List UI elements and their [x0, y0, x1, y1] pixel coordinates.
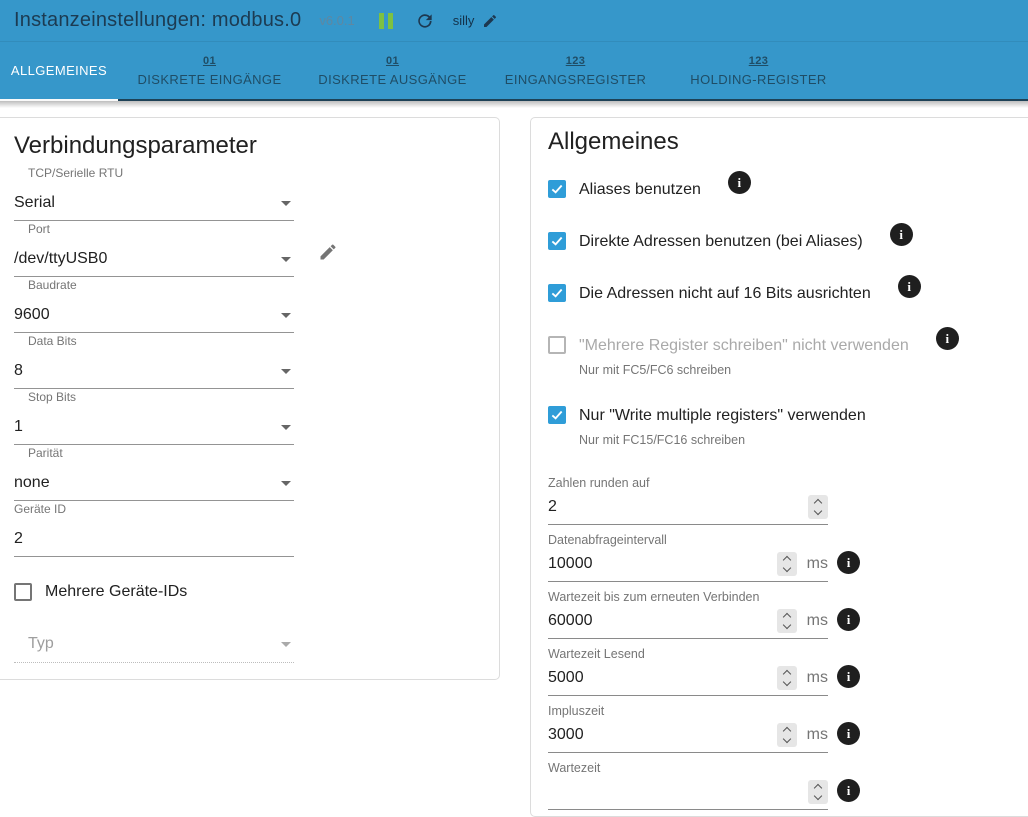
round-numbers-input[interactable]: 2	[548, 495, 828, 525]
field-port: Port /dev/ttyUSB0	[14, 222, 336, 277]
field-baudrate: Baudrate 9600	[14, 278, 294, 333]
port-select[interactable]: /dev/ttyUSB0	[14, 244, 336, 277]
number-stepper[interactable]	[776, 723, 797, 747]
multiple-device-ids-checkbox-row[interactable]: Mehrere Geräte-IDs	[14, 583, 499, 601]
pulse-time-input[interactable]: 3000 ms	[548, 723, 828, 753]
chevron-down-icon	[281, 641, 291, 647]
info-icon[interactable]: i	[889, 223, 913, 246]
poll-interval-row: Datenabfrageintervall 10000 ms i	[548, 533, 1028, 582]
info-icon[interactable]: i	[837, 607, 860, 631]
protocol-select[interactable]: Serial	[14, 192, 294, 221]
poll-interval-input[interactable]: 10000 ms	[548, 552, 828, 582]
use-aliases-checkbox[interactable]	[548, 180, 566, 198]
pause-icon[interactable]	[378, 12, 393, 29]
tabbar-shadow	[0, 101, 1028, 108]
type-select-disabled: Typ	[14, 635, 294, 663]
chevron-down-icon	[281, 368, 291, 374]
chevron-down-icon	[281, 424, 291, 430]
log-level-label: silly	[452, 13, 475, 28]
tab-allgemeines[interactable]: ALLGEMEINES	[0, 42, 118, 101]
tab-diskrete-eingaenge[interactable]: 01 DISKRETE EINGÄNGE	[118, 42, 301, 99]
reconnect-time-input[interactable]: 60000 ms	[548, 609, 828, 639]
page-title: Instanzeinstellungen: modbus.0	[14, 9, 302, 31]
only-write-multiple-checkbox[interactable]	[548, 406, 566, 424]
refresh-icon[interactable]	[415, 11, 435, 31]
field-protocol: TCP/Serielle RTU Serial	[14, 166, 294, 221]
field-databits: Data Bits 8	[14, 334, 294, 389]
number-stepper[interactable]	[808, 495, 828, 519]
round-numbers-row: Zahlen runden auf 2	[548, 476, 1028, 525]
tab-diskrete-ausgaenge[interactable]: 01 DISKRETE AUSGÄNGE	[301, 42, 484, 99]
connection-card: Verbindungsparameter TCP/Serielle RTU Se…	[0, 117, 500, 680]
tab-bar: ALLGEMEINES 01 DISKRETE EINGÄNGE 01 DISK…	[0, 42, 1028, 101]
read-timeout-row: Wartezeit Lesend 5000 ms i	[548, 647, 1028, 696]
no-align-16bits-row: Die Adressen nicht auf 16 Bits ausrichte…	[548, 275, 1028, 307]
info-icon[interactable]: i	[837, 778, 860, 802]
multiple-device-ids-checkbox[interactable]	[14, 583, 32, 601]
wait-time-input[interactable]	[548, 780, 828, 810]
info-icon[interactable]: i	[897, 275, 921, 298]
chevron-down-icon	[281, 256, 291, 262]
wait-time-row: Wartezeit i	[548, 761, 1028, 810]
edit-loglevel-icon[interactable]	[482, 13, 498, 29]
binary-badge: 01	[385, 54, 400, 67]
adapter-version: v6.0.1	[319, 13, 355, 28]
stopbits-select[interactable]: 1	[14, 416, 294, 445]
parity-select[interactable]: none	[14, 472, 294, 501]
info-icon[interactable]: i	[837, 664, 860, 688]
binary-badge: 01	[202, 54, 217, 67]
direct-addresses-row: Direkte Adressen benutzen (bei Aliases) …	[548, 223, 1028, 255]
chevron-down-icon	[281, 312, 291, 318]
info-icon[interactable]: i	[727, 171, 751, 194]
databits-select[interactable]: 8	[14, 360, 294, 389]
number-stepper[interactable]	[776, 609, 797, 633]
info-icon[interactable]: i	[837, 721, 860, 745]
device-id-input[interactable]: 2	[14, 528, 294, 557]
chevron-down-icon	[281, 480, 291, 486]
edit-port-icon[interactable]	[318, 242, 338, 262]
number-stepper[interactable]	[776, 666, 797, 690]
pulse-time-row: Impluszeit 3000 ms i	[548, 704, 1028, 753]
field-stopbits: Stop Bits 1	[14, 390, 294, 445]
general-card: Allgemeines Aliases benutzen i Direkte A…	[530, 117, 1028, 817]
reconnect-time-row: Wartezeit bis zum erneuten Verbinden 600…	[548, 590, 1028, 639]
number-stepper[interactable]	[776, 552, 797, 576]
no-align-16bits-checkbox[interactable]	[548, 284, 566, 302]
tab-eingangsregister[interactable]: 123 EINGANGSREGISTER	[484, 42, 667, 99]
general-title: Allgemeines	[548, 128, 679, 155]
info-icon[interactable]: i	[837, 550, 860, 574]
only-write-multiple-row: Nur "Write multiple registers" verwenden…	[548, 406, 1028, 447]
field-device-id: Geräte ID 2	[14, 502, 294, 557]
no-write-multiple-row: "Mehrere Register schreiben" nicht verwe…	[548, 327, 1028, 377]
info-icon[interactable]: i	[935, 327, 959, 350]
direct-addresses-checkbox[interactable]	[548, 232, 566, 250]
number-stepper[interactable]	[808, 780, 828, 804]
no-write-multiple-checkbox[interactable]	[548, 336, 566, 354]
field-parity: Parität none	[14, 446, 294, 501]
tab-holding-register[interactable]: 123 HOLDING-REGISTER	[667, 42, 850, 99]
numeric-badge: 123	[565, 54, 586, 67]
numeric-badge: 123	[748, 54, 769, 67]
chevron-down-icon	[281, 200, 291, 206]
read-timeout-input[interactable]: 5000 ms	[548, 666, 828, 696]
use-aliases-row: Aliases benutzen i	[548, 171, 1028, 203]
connection-title: Verbindungsparameter	[14, 132, 257, 159]
baudrate-select[interactable]: 9600	[14, 304, 294, 333]
app-bar: Instanzeinstellungen: modbus.0 v6.0.1 si…	[0, 0, 1028, 42]
